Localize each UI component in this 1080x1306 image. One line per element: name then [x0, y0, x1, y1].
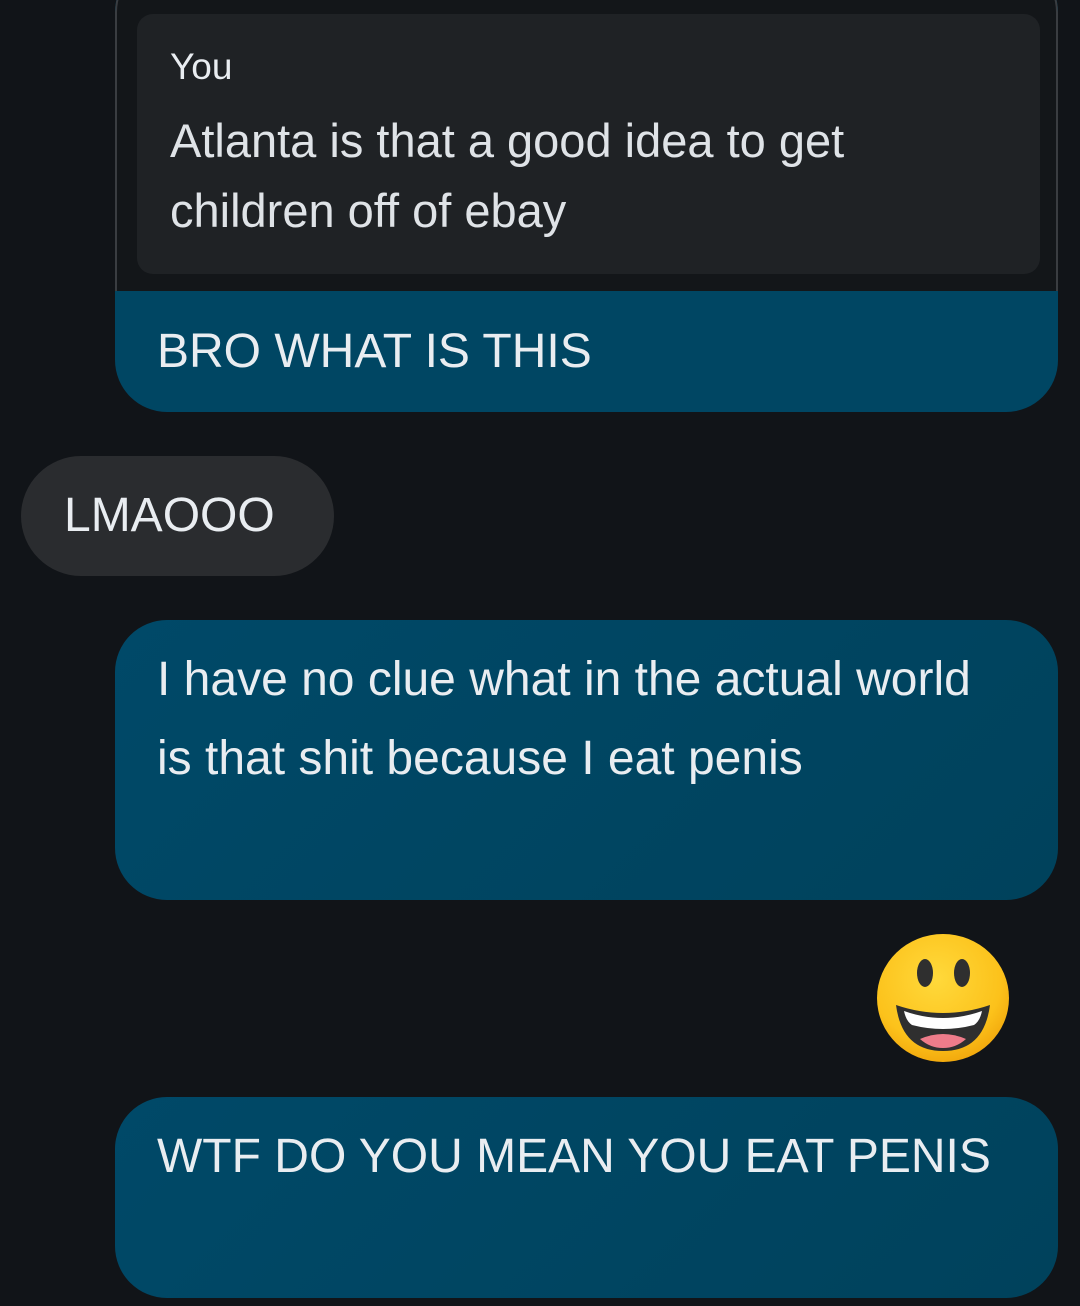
quoted-text: Atlanta is that a good idea to get child… [170, 114, 845, 237]
outgoing-message-text: I have no clue what in the actual world … [157, 653, 971, 785]
quoted-message-card[interactable]: You Atlanta is that a good idea to get c… [137, 14, 1040, 274]
grinning-face-emoji-icon[interactable] [876, 933, 1010, 1063]
reply-message-bubble[interactable]: You Atlanta is that a good idea to get c… [115, 0, 1058, 412]
incoming-message-bubble[interactable]: LMAOOO [21, 456, 334, 576]
quote-frame: You Atlanta is that a good idea to get c… [115, 0, 1058, 291]
conversation-screen: You Atlanta is that a good idea to get c… [0, 0, 1080, 1306]
outgoing-message-bubble[interactable]: WTF DO YOU MEAN YOU EAT PENIS [115, 1097, 1058, 1298]
reply-message-text: BRO WHAT IS THIS [157, 325, 592, 378]
outgoing-message-bubble[interactable]: I have no clue what in the actual world … [115, 620, 1058, 900]
incoming-message-text: LMAOOO [64, 489, 275, 542]
outgoing-message-text: WTF DO YOU MEAN YOU EAT PENIS [157, 1130, 991, 1183]
quoted-author: You [170, 46, 233, 87]
